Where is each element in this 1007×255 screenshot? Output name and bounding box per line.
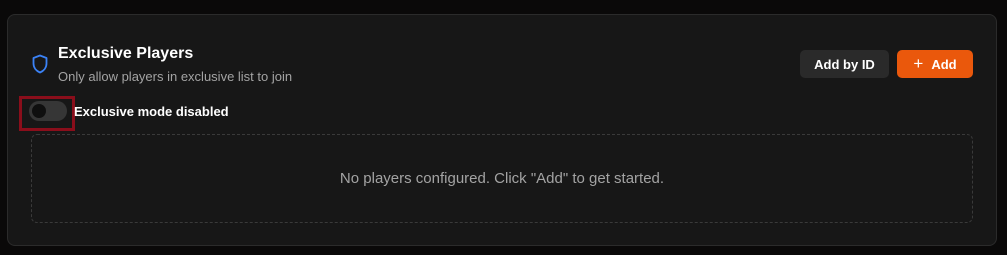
empty-state-message: No players configured. Click "Add" to ge… xyxy=(339,170,665,187)
toggle-knob xyxy=(32,104,46,118)
section-subtitle: Only allow players in exclusive list to … xyxy=(58,69,293,84)
exclusive-mode-toggle[interactable] xyxy=(29,101,67,121)
plus-icon: + xyxy=(913,54,924,73)
add-by-id-label: Add by ID xyxy=(814,56,875,72)
shield-icon xyxy=(31,54,49,74)
exclusive-players-card: Exclusive Players Only allow players in … xyxy=(7,14,997,246)
exclusive-mode-label: Exclusive mode disabled xyxy=(74,104,229,119)
section-title: Exclusive Players xyxy=(58,45,194,62)
players-empty-state: No players configured. Click "Add" to ge… xyxy=(31,134,973,223)
add-button[interactable]: + Add xyxy=(897,50,973,78)
add-by-id-button[interactable]: Add by ID xyxy=(800,50,889,78)
add-label: Add xyxy=(931,56,957,72)
